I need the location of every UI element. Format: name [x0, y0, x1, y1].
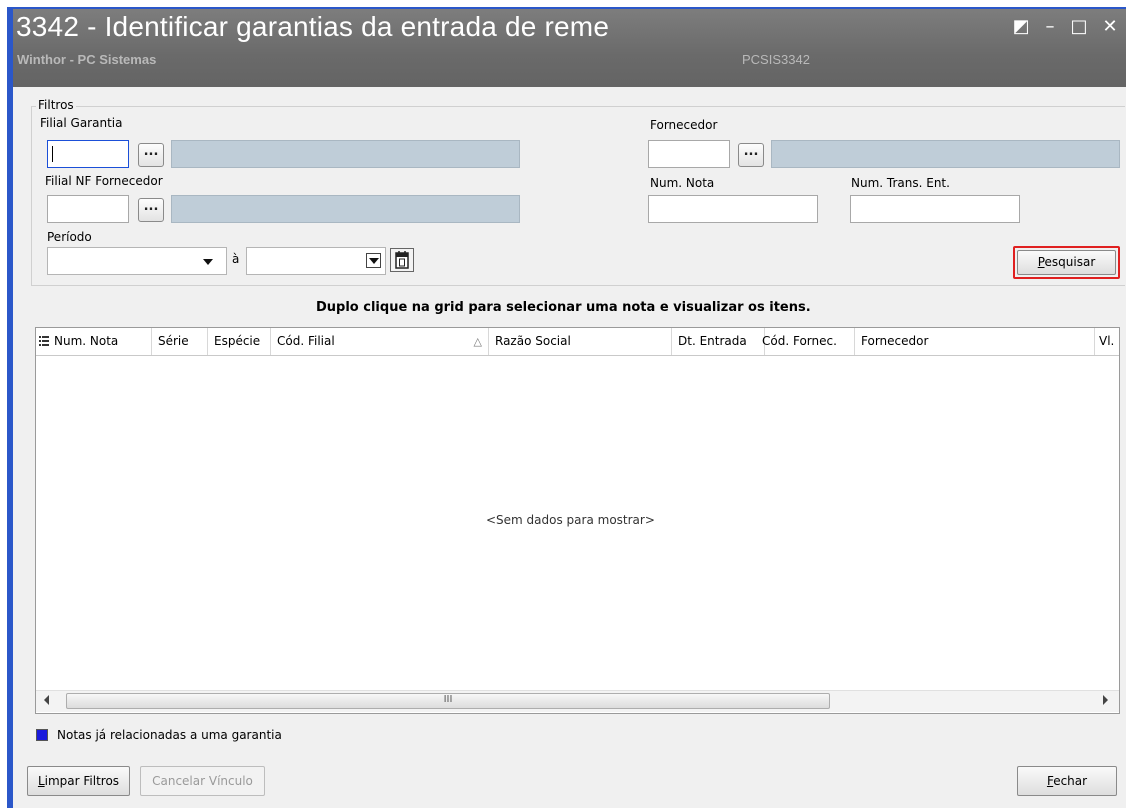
chevron-down-icon — [203, 259, 213, 265]
calendar-icon — [395, 251, 409, 269]
restore-icon[interactable]: ◩ — [1012, 18, 1030, 36]
scroll-grip-icon: III — [443, 694, 453, 705]
num-trans-ent-input[interactable] — [850, 195, 1020, 223]
maximize-icon[interactable]: □ — [1070, 18, 1088, 36]
column-razao-social[interactable]: Razão Social — [489, 328, 672, 355]
window-title: 3342 - Identificar garantias da entrada … — [16, 11, 610, 42]
sort-ascending-icon: △ — [473, 335, 482, 348]
close-icon[interactable]: ✕ — [1101, 18, 1119, 36]
clear-filters-label: impar Filtros — [44, 774, 120, 788]
scroll-left-icon[interactable] — [44, 695, 49, 705]
legend-text: Notas já relacionadas a uma garantia — [57, 728, 282, 742]
app-name: Winthor - PC Sistemas — [17, 52, 157, 67]
search-button[interactable]: Pesquisar — [1017, 250, 1116, 275]
chevron-down-icon — [369, 258, 379, 264]
periodo-label: Período — [47, 230, 92, 244]
grid-hint: Duplo clique na grid para selecionar uma… — [316, 300, 811, 315]
column-cod-fornec[interactable]: Cód. Fornec. — [759, 328, 855, 355]
filial-garantia-description — [171, 140, 520, 168]
periodo-end-select[interactable] — [246, 247, 386, 275]
grid-column-header: Num. Nota Série Espécie Cód. Filial △ Ra… — [36, 328, 1119, 356]
filial-nf-fornecedor-label: Filial NF Fornecedor — [45, 174, 163, 188]
calendar-button[interactable] — [390, 248, 414, 272]
column-serie[interactable]: Série — [152, 328, 208, 355]
filial-nf-fornecedor-input[interactable] — [47, 195, 129, 223]
num-nota-input[interactable] — [648, 195, 818, 223]
program-code: PCSIS3342 — [742, 52, 810, 67]
filial-nf-fornecedor-description — [171, 195, 520, 223]
grid-empty-message: <Sem dados para mostrar> — [486, 513, 655, 527]
close-button-label: echar — [1053, 774, 1088, 788]
fornecedor-label: Fornecedor — [650, 118, 718, 132]
filters-group-label: Filtros — [36, 98, 76, 112]
cancel-link-button[interactable]: Cancelar Vínculo — [140, 766, 265, 796]
search-button-hotkey: P — [1037, 255, 1045, 269]
clear-filters-hotkey: L — [37, 774, 45, 788]
fornecedor-description — [771, 140, 1120, 168]
periodo-separator: à — [232, 252, 240, 266]
fornecedor-input[interactable] — [648, 140, 730, 168]
horizontal-scrollbar[interactable]: III — [36, 690, 1119, 712]
column-cod-filial[interactable]: Cód. Filial △ — [271, 328, 489, 355]
column-num-nota[interactable]: Num. Nota — [48, 328, 152, 355]
column-cod-filial-label: Cód. Filial — [277, 334, 335, 348]
column-dt-entrada[interactable]: Dt. Entrada — [672, 328, 765, 355]
close-button[interactable]: Fechar — [1017, 766, 1117, 796]
filial-garantia-lookup-button[interactable]: ... — [138, 143, 164, 167]
filial-garantia-input[interactable] — [47, 140, 129, 168]
periodo-start-select[interactable] — [47, 247, 227, 275]
filial-nf-fornecedor-lookup-button[interactable]: ... — [138, 198, 164, 222]
column-especie[interactable]: Espécie — [208, 328, 271, 355]
scroll-right-icon[interactable] — [1103, 695, 1108, 705]
num-trans-ent-label: Num. Trans. Ent. — [851, 176, 950, 190]
legend-color-swatch — [36, 729, 48, 741]
scrollbar-thumb[interactable]: III — [66, 693, 830, 709]
fornecedor-lookup-button[interactable]: ... — [738, 143, 764, 167]
clear-filters-button[interactable]: Limpar Filtros — [27, 766, 130, 796]
filial-garantia-label: Filial Garantia — [40, 116, 123, 130]
dropdown-button[interactable] — [366, 253, 381, 268]
num-nota-label: Num. Nota — [650, 176, 715, 190]
text-caret — [52, 146, 53, 162]
column-fornecedor[interactable]: Fornecedor — [855, 328, 1095, 355]
minimize-icon[interactable]: – — [1041, 18, 1059, 36]
search-button-label: esquisar — [1044, 255, 1096, 269]
column-vl[interactable]: Vl. — [1093, 328, 1119, 355]
